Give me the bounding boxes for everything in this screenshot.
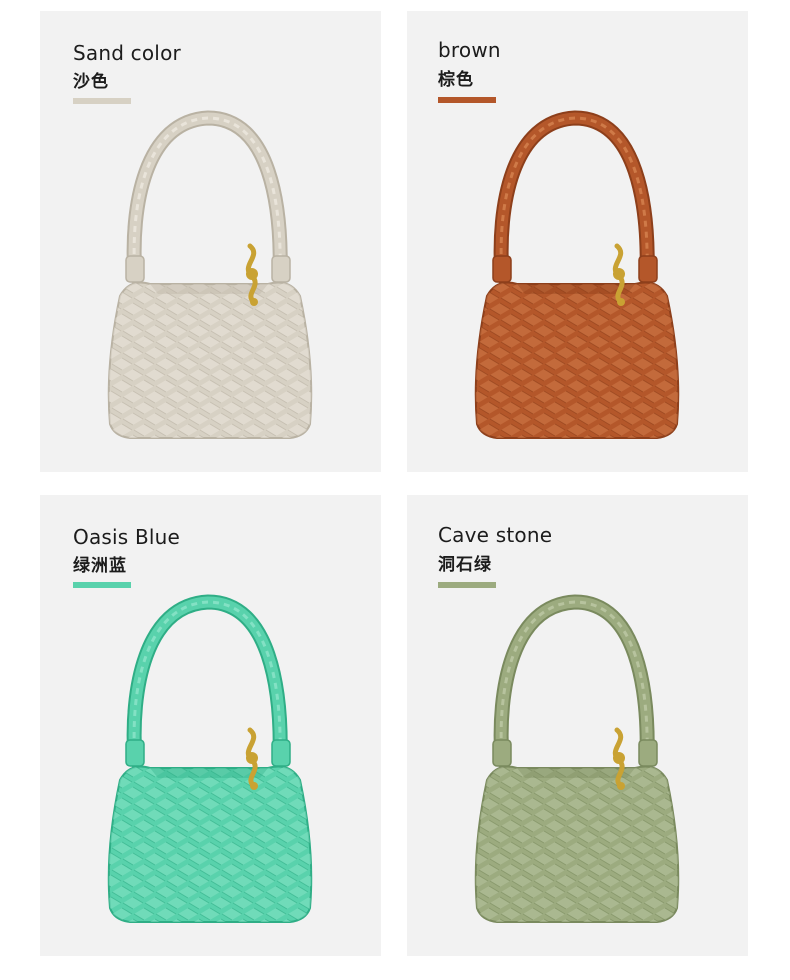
variant-name-zh: 棕色 [438, 70, 474, 90]
color-swatch [73, 582, 131, 588]
variant-name-zh: 洞石绿 [438, 555, 492, 575]
handbag-image [107, 594, 313, 923]
variant-card-brown[interactable]: brown 棕色 [407, 11, 748, 472]
color-swatch [438, 97, 496, 103]
variant-card-sand[interactable]: Sand color 沙色 [40, 11, 381, 472]
color-swatch [73, 98, 131, 104]
variant-name-en: Sand color [73, 41, 181, 65]
variant-name-en: Oasis Blue [73, 525, 181, 549]
handbag-image [107, 110, 313, 439]
handbag-image [474, 110, 680, 439]
variant-name-en: Cave stone [438, 523, 553, 547]
variant-card-oasis-blue[interactable]: Oasis Blue 绿洲蓝 [40, 495, 381, 956]
variant-name-en: brown [438, 38, 501, 62]
variant-name-zh: 沙色 [73, 72, 109, 92]
color-swatch [438, 582, 496, 588]
handbag-image [474, 594, 680, 923]
variant-name-zh: 绿洲蓝 [73, 556, 127, 576]
variant-card-cave-stone[interactable]: Cave stone 洞石绿 [407, 495, 748, 956]
